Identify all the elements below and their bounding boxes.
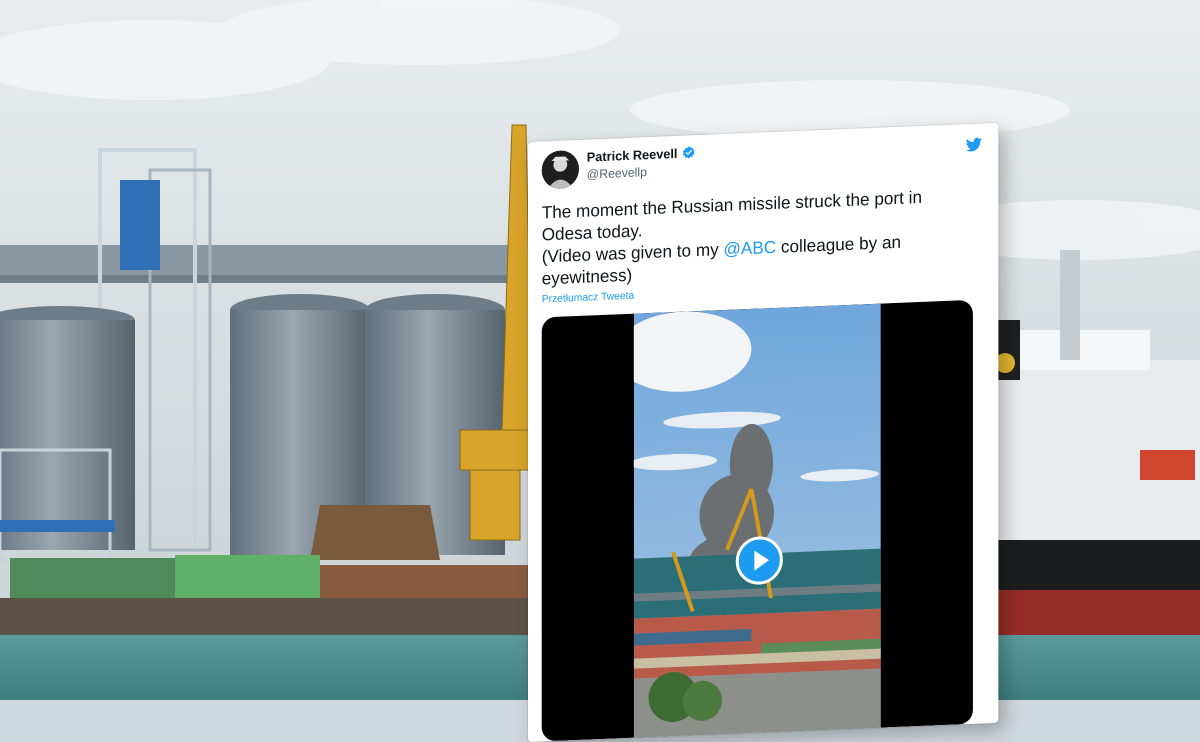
verified-badge-icon <box>682 146 694 159</box>
abc-mention-link[interactable]: @ABC <box>723 237 776 259</box>
freight-train <box>0 555 530 638</box>
translate-tweet-link[interactable]: Przetłumacz Tweeta <box>542 290 634 306</box>
tweet-text: The moment the Russian missile struck th… <box>542 184 973 290</box>
tweet-text-line-3b: colleague by an <box>776 231 902 257</box>
twitter-bird-icon[interactable] <box>965 135 983 154</box>
author-handle[interactable]: @Reevellp <box>587 165 647 181</box>
author-name[interactable]: Patrick Reevell <box>587 145 695 165</box>
play-icon <box>754 550 770 571</box>
tweet-card: Patrick Reevell @Reevellp The moment the… <box>528 122 999 742</box>
play-button[interactable] <box>735 535 783 586</box>
author-name-text[interactable]: Patrick Reevell <box>587 146 678 165</box>
video-player[interactable] <box>541 299 973 742</box>
video-thumbnail <box>633 303 881 738</box>
author-avatar[interactable] <box>541 149 579 190</box>
